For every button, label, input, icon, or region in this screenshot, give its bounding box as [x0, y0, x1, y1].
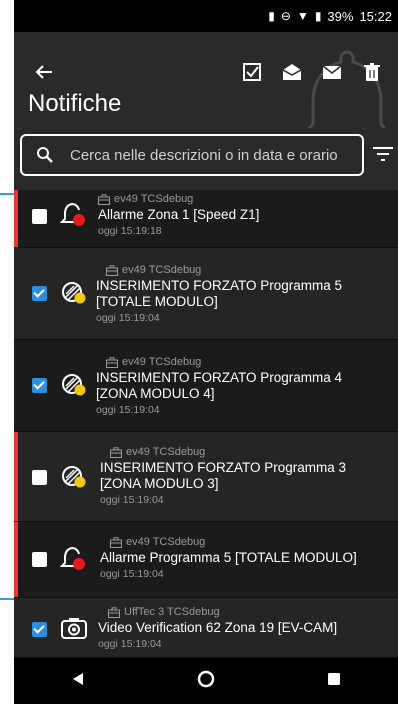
- notification-row[interactable]: ev49 TCSdebug Allarme Zona 1 [Speed Z1] …: [14, 190, 398, 248]
- phone-screen: ▮ ⊖ ▼ ▮ 39% 15:22 Notifiche Cerca nelle …: [14, 0, 398, 704]
- device-name: ev49 TCSdebug: [114, 193, 194, 205]
- nav-back-icon[interactable]: [70, 671, 86, 692]
- edge-marker-top: [0, 193, 14, 195]
- nav-recents-icon[interactable]: [326, 671, 342, 692]
- search-row: [14, 128, 398, 190]
- row-checkbox[interactable]: [32, 286, 47, 301]
- search-icon: [37, 147, 53, 163]
- notification-description: INSERIMENTO FORZATO Programma 3 [ZONA MO…: [100, 460, 347, 491]
- notification-time: oggi 15:19:04: [96, 404, 160, 416]
- vibrate-icon: ▮: [268, 9, 275, 23]
- notification-row[interactable]: ev49 TCSdebug INSERIMENTO FORZATO Progra…: [14, 340, 398, 432]
- bell-alarm-icon: [60, 547, 85, 570]
- device-name: ev49 TCSdebug: [126, 446, 206, 458]
- back-arrow-icon[interactable]: [32, 60, 56, 84]
- notification-row[interactable]: ev49 TCSdebug Allarme Programma 5 [TOTAL…: [14, 522, 398, 598]
- edge-marker-bottom: [0, 598, 14, 600]
- briefcase-icon: [110, 446, 122, 458]
- select-all-icon[interactable]: [242, 62, 262, 82]
- filter-icon[interactable]: [372, 144, 394, 164]
- row-checkbox[interactable]: [32, 470, 47, 485]
- forced-arming-icon: [62, 282, 86, 304]
- notification-description: Allarme Programma 5 [TOTALE MODULO]: [100, 550, 357, 565]
- row-checkbox[interactable]: [32, 622, 47, 637]
- device-label: ev49 TCSdebug: [106, 264, 384, 276]
- notification-time: oggi 15:19:04: [98, 638, 162, 650]
- briefcase-icon: [110, 536, 122, 548]
- device-name: UffTec 3 TCSdebug: [124, 606, 220, 618]
- device-name: ev49 TCSdebug: [122, 356, 202, 368]
- device-name: ev49 TCSdebug: [126, 536, 206, 548]
- page-title: Notifiche: [28, 90, 122, 117]
- mark-read-icon[interactable]: [282, 62, 302, 82]
- device-label: ev49 TCSdebug: [98, 193, 384, 205]
- forced-arming-icon: [62, 374, 86, 396]
- notification-row[interactable]: ev49 TCSdebug INSERIMENTO FORZATO Progra…: [14, 432, 398, 522]
- battery-level: 39%: [327, 8, 354, 24]
- row-checkbox[interactable]: [32, 378, 47, 393]
- battery-icon: ▮: [314, 9, 322, 23]
- do-not-disturb-icon: ⊖: [280, 9, 291, 23]
- briefcase-icon: [98, 193, 110, 205]
- notification-time: oggi 15:19:04: [100, 568, 164, 580]
- mark-unread-icon[interactable]: [322, 62, 342, 82]
- briefcase-icon: [108, 606, 120, 618]
- alarm-indicator: [14, 432, 18, 521]
- notification-row[interactable]: ev49 TCSdebug INSERIMENTO FORZATO Progra…: [14, 248, 398, 340]
- forced-arming-icon: [62, 466, 86, 488]
- clock: 15:22: [359, 8, 392, 24]
- delete-icon[interactable]: [362, 62, 382, 82]
- search-box: [20, 134, 364, 176]
- app-bar: Notifiche: [14, 32, 398, 144]
- camera-icon: [61, 618, 87, 639]
- notification-row[interactable]: UffTec 3 TCSdebug Video Verification 62 …: [14, 598, 398, 658]
- notification-description: Allarme Zona 1 [Speed Z1]: [98, 207, 260, 222]
- device-label: ev49 TCSdebug: [110, 536, 384, 548]
- alarm-indicator: [14, 522, 18, 597]
- row-checkbox[interactable]: [32, 552, 47, 567]
- briefcase-icon: [106, 264, 118, 276]
- device-label: ev49 TCSdebug: [110, 446, 384, 458]
- system-nav-bar: [14, 658, 398, 704]
- alarm-indicator: [14, 190, 18, 247]
- notification-time: oggi 15:19:18: [98, 225, 162, 237]
- notification-time: oggi 15:19:04: [100, 494, 164, 506]
- notification-list: ev49 TCSdebug Allarme Zona 1 [Speed Z1] …: [14, 190, 398, 658]
- status-bar: ▮ ⊖ ▼ ▮ 39% 15:22: [14, 0, 398, 32]
- device-name: ev49 TCSdebug: [122, 264, 202, 276]
- search-input[interactable]: [70, 146, 360, 164]
- bell-alarm-icon: [60, 203, 85, 226]
- wifi-icon: ▼: [296, 9, 309, 23]
- notification-description: Video Verification 62 Zona 19 [EV-CAM]: [98, 620, 338, 635]
- notification-time: oggi 15:19:04: [96, 312, 160, 324]
- row-checkbox[interactable]: [32, 209, 47, 224]
- notification-description: INSERIMENTO FORZATO Programma 5 [TOTALE …: [96, 278, 343, 309]
- device-label: ev49 TCSdebug: [106, 356, 384, 368]
- briefcase-icon: [106, 356, 118, 368]
- nav-home-icon[interactable]: [197, 670, 215, 693]
- toolbar-actions: [242, 62, 382, 82]
- device-label: UffTec 3 TCSdebug: [108, 606, 384, 618]
- notification-description: INSERIMENTO FORZATO Programma 4 [ZONA MO…: [96, 370, 343, 401]
